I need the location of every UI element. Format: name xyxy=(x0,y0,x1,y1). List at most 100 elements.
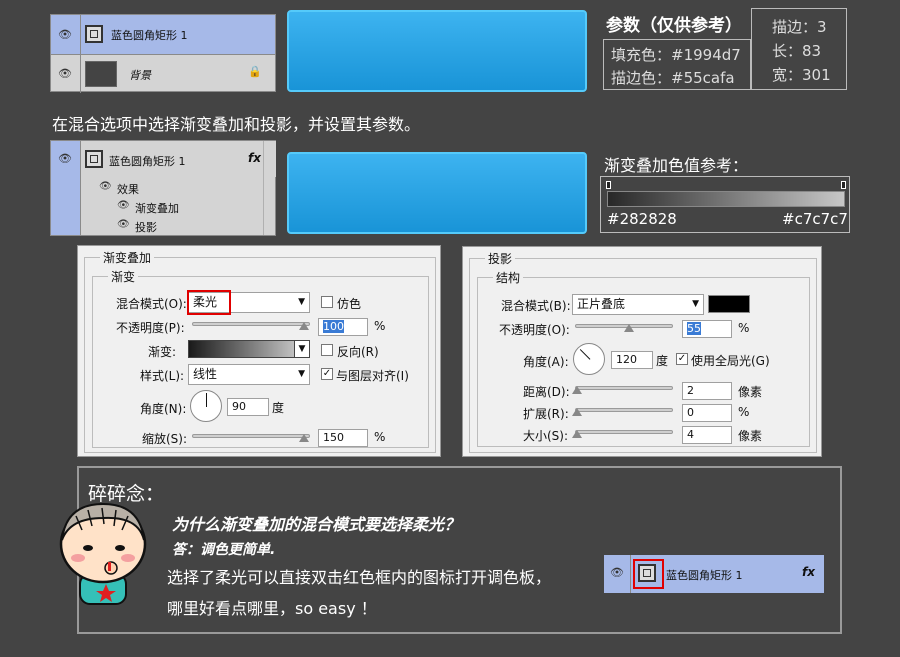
opacity-label: 不透明度(O): xyxy=(499,323,570,337)
layer-row-rounded-rect[interactable]: 👁 蓝色圆角矩形 1 xyxy=(51,15,275,54)
cartoon-character-illustration xyxy=(59,502,147,605)
opacity-input[interactable]: 55 xyxy=(682,320,732,338)
gradient-dropdown-button[interactable]: ▼ xyxy=(294,341,309,357)
scale-slider-knob[interactable] xyxy=(299,434,309,442)
drop-shadow-dialog: 投影 结构 混合模式(B): 正片叠底 ▼ 不透明度(O): 55 % 角度(A)… xyxy=(462,246,822,457)
distance-slider-knob[interactable] xyxy=(572,386,582,394)
blue-rounded-rect-preview-effects xyxy=(287,152,587,234)
angle-label: 角度(A): xyxy=(523,355,569,369)
fx-icon[interactable]: fx xyxy=(248,151,261,165)
spread-label: 扩展(R): xyxy=(523,407,569,421)
blend-mode-select[interactable]: 正片叠底 ▼ xyxy=(572,294,704,315)
shape-layer-icon xyxy=(85,150,103,168)
pixel-label: 像素 xyxy=(738,385,763,399)
eye-icon[interactable]: 👁 xyxy=(51,152,79,165)
eye-icon[interactable]: 👁 xyxy=(99,181,112,192)
drop-shadow-effect[interactable]: 投影 xyxy=(135,219,157,235)
align-label: 与图层对齐(I) xyxy=(336,369,409,383)
gradient-bar xyxy=(607,191,845,207)
chevron-down-icon: ▼ xyxy=(692,299,699,309)
gradient-picker[interactable] xyxy=(188,340,310,358)
note-answer: 答：调色更简单. xyxy=(172,542,276,558)
layer-name: 背景 xyxy=(129,69,151,82)
group-title: 结构 xyxy=(493,269,524,286)
stroke-width-text: 描边：3 xyxy=(772,18,827,36)
gradient-label: 渐变: xyxy=(148,345,177,359)
fill-color-text: 填充色：#1994d7 xyxy=(611,46,741,64)
percent-label: % xyxy=(738,405,750,419)
chevron-down-icon: ▼ xyxy=(298,297,305,307)
lock-icon: 🔒 xyxy=(248,65,262,78)
size-slider-knob[interactable] xyxy=(572,430,582,438)
gradient-right-color: #c7c7c7 xyxy=(782,210,848,228)
note-question: 为什么渐变叠加的混合模式要选择柔光？ xyxy=(172,515,461,534)
chevron-down-icon: ▼ xyxy=(298,369,305,379)
pixel-label: 像素 xyxy=(738,429,763,443)
angle-input[interactable]: 120 xyxy=(611,351,653,369)
size-input[interactable]: 4 xyxy=(682,426,732,444)
spread-slider[interactable] xyxy=(575,408,673,412)
distance-input[interactable]: 2 xyxy=(682,382,732,400)
eye-icon[interactable]: 👁 xyxy=(51,67,79,80)
spread-slider-knob[interactable] xyxy=(572,408,582,416)
style-label: 样式(L): xyxy=(140,369,185,383)
layer-row-background[interactable]: 👁 背景 🔒 xyxy=(51,54,275,93)
layers-panel-top: 👁 蓝色圆角矩形 1 👁 背景 🔒 xyxy=(50,14,276,93)
note-line-2: 哪里好看点哪里，so easy ！ xyxy=(167,599,377,618)
gradient-stop-right-icon xyxy=(841,181,846,189)
spread-input[interactable]: 0 xyxy=(682,404,732,422)
eye-icon[interactable]: 👁 xyxy=(117,219,130,230)
distance-label: 距离(D): xyxy=(523,385,570,399)
gradient-left-color: #282828 xyxy=(607,210,677,228)
instruction-text: 在混合选项中选择渐变叠加和投影，并设置其参数。 xyxy=(52,115,421,134)
gradient-overlay-effect[interactable]: 渐变叠加 xyxy=(135,200,179,216)
dither-checkbox[interactable] xyxy=(321,296,333,308)
gradient-stop-left-icon xyxy=(606,181,611,189)
percent-label: % xyxy=(738,321,750,335)
shape-layer-icon xyxy=(85,25,103,43)
effects-label: 效果 xyxy=(117,183,139,196)
eye-icon[interactable]: 👁 xyxy=(51,28,79,41)
opacity-input[interactable]: 100 xyxy=(318,318,368,336)
distance-slider[interactable] xyxy=(575,386,673,390)
note-line-1: 选择了柔光可以直接双击红色框内的图标打开调色板， xyxy=(167,568,552,587)
angle-dial[interactable] xyxy=(190,390,222,422)
reverse-label: 反向(R) xyxy=(337,345,379,359)
degree-label: 度 xyxy=(272,401,285,415)
width-text: 宽：301 xyxy=(772,66,831,84)
length-text: 长：83 xyxy=(772,42,822,60)
stroke-color-text: 描边色：#55cafa xyxy=(611,69,735,87)
dither-label: 仿色 xyxy=(337,297,362,311)
align-checkbox[interactable]: ✓ xyxy=(321,368,333,380)
scale-label: 缩放(S): xyxy=(142,432,188,446)
background-thumbnail xyxy=(85,61,117,87)
fx-icon[interactable]: fx xyxy=(802,565,815,579)
shadow-color-swatch[interactable] xyxy=(708,295,750,313)
opacity-slider[interactable] xyxy=(192,322,310,326)
scale-slider[interactable] xyxy=(192,434,310,438)
blue-rounded-rect-preview xyxy=(287,10,587,92)
global-light-label: 使用全局光(G) xyxy=(691,354,770,368)
params-title: 参数（仅供参考） xyxy=(606,16,742,36)
percent-label: % xyxy=(374,319,386,333)
dialog-title: 投影 xyxy=(485,250,516,267)
layers-panel-effects: 👁 蓝色圆角矩形 1 fx 👁 效果 👁 渐变叠加 👁 投影 xyxy=(50,140,276,236)
style-select[interactable]: 线性 ▼ xyxy=(188,364,310,385)
global-light-checkbox[interactable]: ✓ xyxy=(676,353,688,365)
reverse-checkbox[interactable] xyxy=(321,344,333,356)
red-highlight-box xyxy=(187,290,231,315)
eye-icon[interactable]: 👁 xyxy=(610,566,624,579)
layer-name: 蓝色圆角矩形 1 xyxy=(666,569,743,582)
opacity-slider-knob[interactable] xyxy=(299,322,309,330)
layer-name: 蓝色圆角矩形 1 xyxy=(109,155,186,168)
blend-mode-label: 混合模式(O): xyxy=(116,297,187,311)
group-title: 渐变 xyxy=(108,268,139,285)
opacity-slider-knob[interactable] xyxy=(624,324,634,332)
size-slider[interactable] xyxy=(575,430,673,434)
layer-row-rounded-rect-example[interactable]: 👁 蓝色圆角矩形 1 fx xyxy=(604,555,824,593)
scale-input[interactable]: 150 xyxy=(318,429,368,447)
blend-mode-label: 混合模式(B): xyxy=(501,299,571,313)
size-label: 大小(S): xyxy=(523,429,569,443)
eye-icon[interactable]: 👁 xyxy=(117,200,130,211)
angle-input[interactable]: 90 xyxy=(227,398,269,416)
